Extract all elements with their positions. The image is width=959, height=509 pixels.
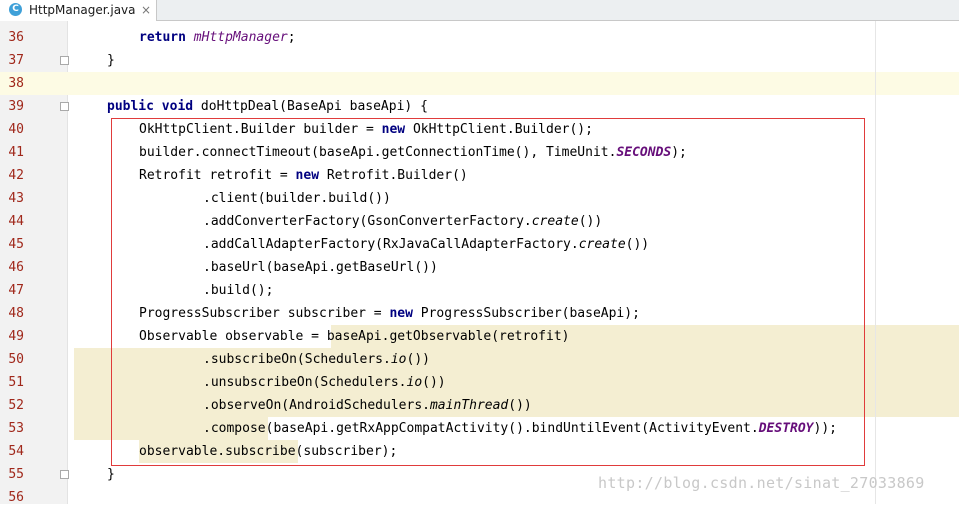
line-number: 47 (8, 283, 24, 298)
line-number: 43 (8, 191, 24, 206)
code-line-36[interactable]: return mHttpManager; (139, 26, 296, 49)
code-text: ; (287, 30, 296, 45)
closing-brace: } (107, 467, 115, 482)
tab-httpmanager-java[interactable]: C HttpManager.java × (0, 0, 157, 21)
code-line-39[interactable]: public void doHttpDeal(BaseApi baseApi) … (107, 95, 428, 118)
line-number: 52 (8, 398, 24, 413)
fold-start-icon[interactable] (60, 102, 69, 111)
line-number: 49 (8, 329, 24, 344)
watermark: http://blog.csdn.net/sinat_27033869 (598, 474, 925, 492)
java-class-icon: C (9, 3, 22, 16)
method-signature: doHttpDeal(BaseApi baseApi) { (193, 99, 428, 114)
right-margin-guide (875, 21, 876, 504)
line-number: 50 (8, 352, 24, 367)
line-number: 44 (8, 214, 24, 229)
tab-title: HttpManager.java (29, 3, 136, 17)
keyword: public void (107, 99, 194, 114)
line-number: 53 (8, 421, 24, 436)
close-icon[interactable]: × (141, 2, 151, 18)
line-number: 51 (8, 375, 24, 390)
line-number: 54 (8, 444, 24, 459)
line-number: 55 (8, 467, 24, 482)
code-line-55[interactable]: } (107, 463, 115, 486)
line-number: 39 (8, 99, 24, 114)
line-number: 45 (8, 237, 24, 252)
selection-outline (111, 118, 865, 466)
line-number: 46 (8, 260, 24, 275)
editor-tab-bar: C HttpManager.java × (0, 0, 959, 21)
code-line-37[interactable]: } (107, 49, 115, 72)
line-number: 36 (8, 30, 24, 45)
keyword: return (139, 30, 186, 45)
line-number: 37 (8, 53, 24, 68)
field-ref: mHttpManager (193, 30, 288, 45)
caret-line-highlight (0, 72, 959, 95)
closing-brace: } (107, 53, 115, 68)
line-number: 40 (8, 122, 24, 137)
line-number: 56 (8, 490, 24, 505)
fold-end-icon[interactable] (60, 470, 69, 479)
line-number: 38 (8, 76, 24, 91)
fold-end-icon[interactable] (60, 56, 69, 65)
line-number: 41 (8, 145, 24, 160)
line-number: 48 (8, 306, 24, 321)
line-number: 42 (8, 168, 24, 183)
